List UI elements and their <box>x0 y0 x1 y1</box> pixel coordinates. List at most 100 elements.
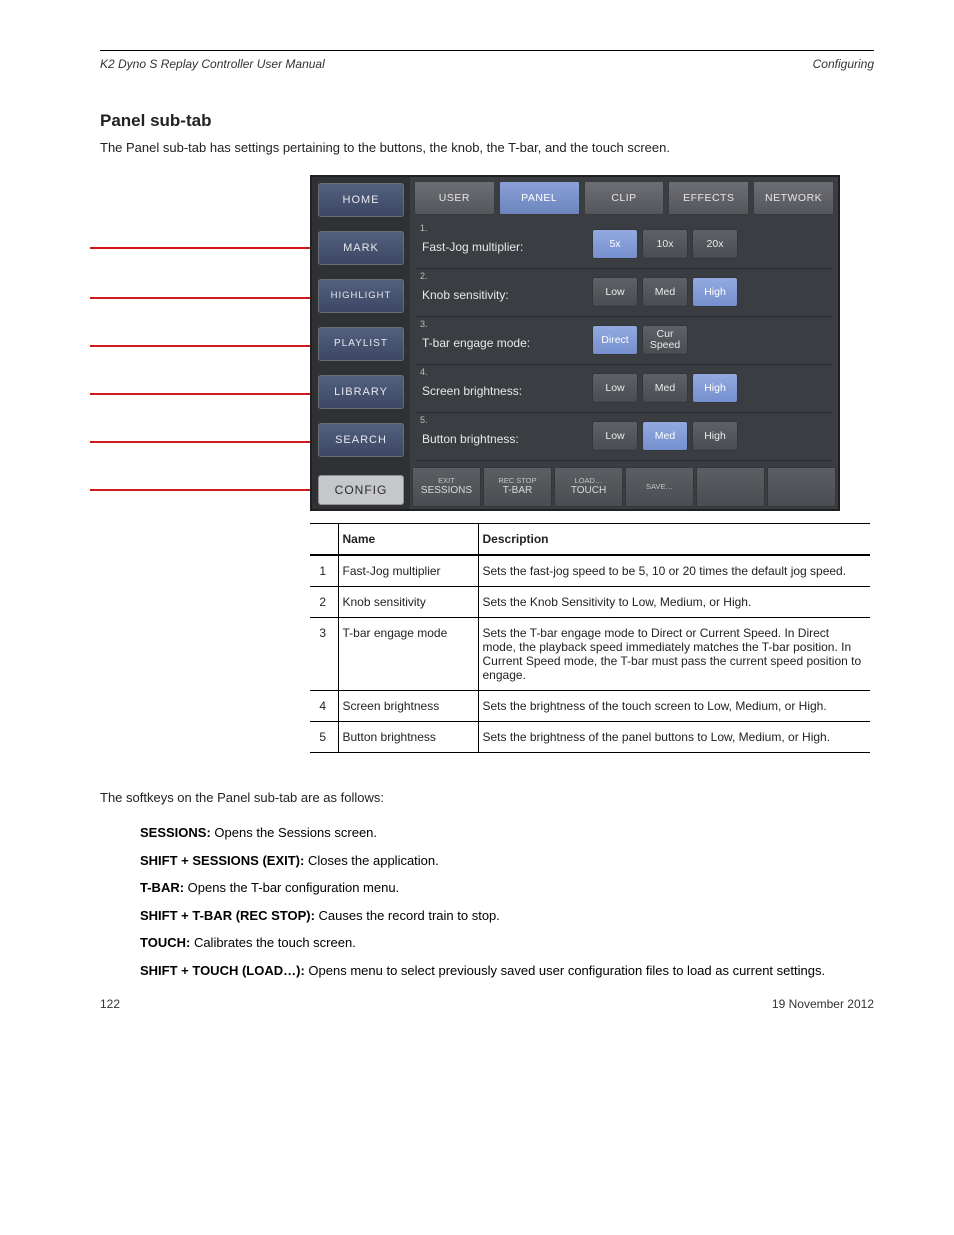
footer-date: 19 November 2012 <box>772 997 874 1011</box>
softkey-tiny: REC STOP <box>498 476 536 485</box>
opt-high[interactable]: High <box>692 277 738 307</box>
sidebar: HOME MARK HIGHLIGHT PLAYLIST LIBRARY SEA… <box>312 177 410 509</box>
row-screen-bright: 4. Screen brightness: Low Med High <box>416 365 832 413</box>
tab-user[interactable]: USER <box>414 181 495 215</box>
softkey-text: Opens the Sessions screen. <box>214 825 377 840</box>
softkey-item: T-BAR: Opens the T-bar configuration men… <box>140 879 874 897</box>
sidebar-highlight[interactable]: HIGHLIGHT <box>318 279 404 313</box>
softkey-text: Opens menu to select previously saved us… <box>308 963 825 978</box>
opt-low[interactable]: Low <box>592 277 638 307</box>
cell-desc: Sets the T-bar engage mode to Direct or … <box>478 617 870 690</box>
sidebar-search[interactable]: SEARCH <box>318 423 404 457</box>
opt-high[interactable]: High <box>692 373 738 403</box>
cell-desc: Sets the fast-jog speed to be 5, 10 or 2… <box>478 555 870 587</box>
cell-num: 1 <box>310 555 338 587</box>
opt-high[interactable]: High <box>692 421 738 451</box>
softkey-save[interactable]: SAVE… <box>625 467 694 507</box>
cell-desc: Sets the Knob Sensitivity to Low, Medium… <box>478 586 870 617</box>
th-name: Name <box>338 523 478 555</box>
softkey-text: Opens the T-bar configuration menu. <box>188 880 400 895</box>
opt-20x[interactable]: 20x <box>692 229 738 259</box>
table-row: 3 T-bar engage mode Sets the T-bar engag… <box>310 617 870 690</box>
bottom-softkeys: EXIT SESSIONS REC STOP T-BAR LOAD… TOUCH… <box>412 467 836 507</box>
softkey-touch[interactable]: LOAD… TOUCH <box>554 467 623 507</box>
row-label: Fast-Jog multiplier: <box>422 240 592 254</box>
softkey-text: Closes the application. <box>308 853 439 868</box>
softkey-item: SHIFT + TOUCH (LOAD…): Opens menu to sel… <box>140 962 874 980</box>
softkey-tiny: SAVE… <box>646 482 673 491</box>
running-head-right: Configuring <box>813 57 874 71</box>
softkey-label: T-BAR: <box>140 880 184 895</box>
table-row: 4 Screen brightness Sets the brightness … <box>310 690 870 721</box>
softkey-tbar[interactable]: REC STOP T-BAR <box>483 467 552 507</box>
settings-table: Name Description 1 Fast-Jog multiplier S… <box>310 523 870 753</box>
tab-panel[interactable]: PANEL <box>499 181 580 215</box>
table-row: 5 Button brightness Sets the brightness … <box>310 721 870 752</box>
softkey-item: SHIFT + SESSIONS (EXIT): Closes the appl… <box>140 852 874 870</box>
opt-cur-speed[interactable]: Cur Speed <box>642 325 688 355</box>
row-number: 3. <box>420 319 428 329</box>
cell-name: Knob sensitivity <box>338 586 478 617</box>
softkey-text: Causes the record train to stop. <box>319 908 500 923</box>
row-knob-sens: 2. Knob sensitivity: Low Med High <box>416 269 832 317</box>
row-label: Button brightness: <box>422 432 592 446</box>
softkey-label: TOUCH: <box>140 935 190 950</box>
th-num <box>310 523 338 555</box>
table-row: 1 Fast-Jog multiplier Sets the fast-jog … <box>310 555 870 587</box>
cell-num: 3 <box>310 617 338 690</box>
row-number: 4. <box>420 367 428 377</box>
cell-name: Screen brightness <box>338 690 478 721</box>
row-number: 5. <box>420 415 428 425</box>
cell-num: 4 <box>310 690 338 721</box>
sidebar-library[interactable]: LIBRARY <box>318 375 404 409</box>
opt-med[interactable]: Med <box>642 421 688 451</box>
softkey-intro: The softkeys on the Panel sub-tab are as… <box>100 789 874 807</box>
sidebar-home[interactable]: HOME <box>318 183 404 217</box>
row-button-bright: 5. Button brightness: Low Med High <box>416 413 832 461</box>
softkey-blank2[interactable] <box>767 467 836 507</box>
softkey-main: TOUCH <box>571 485 606 497</box>
opt-low[interactable]: Low <box>592 373 638 403</box>
row-tbar-engage: 3. T-bar engage mode: Direct Cur Speed <box>416 317 832 365</box>
sidebar-playlist[interactable]: PLAYLIST <box>318 327 404 361</box>
opt-med[interactable]: Med <box>642 277 688 307</box>
section-body: The Panel sub-tab has settings pertainin… <box>100 139 874 157</box>
screenshot-figure: HOME MARK HIGHLIGHT PLAYLIST LIBRARY SEA… <box>280 175 840 511</box>
th-desc: Description <box>478 523 870 555</box>
softkey-sessions[interactable]: EXIT SESSIONS <box>412 467 481 507</box>
row-label: T-bar engage mode: <box>422 336 592 350</box>
row-number: 1. <box>420 223 428 233</box>
sidebar-config[interactable]: CONFIG <box>318 475 404 505</box>
opt-low[interactable]: Low <box>592 421 638 451</box>
softkey-item: SHIFT + T-BAR (REC STOP): Causes the rec… <box>140 907 874 925</box>
cell-desc: Sets the brightness of the touch screen … <box>478 690 870 721</box>
tab-effects[interactable]: EFFECTS <box>668 181 749 215</box>
row-fast-jog: 1. Fast-Jog multiplier: 5x 10x 20x <box>416 221 832 269</box>
softkey-tiny: EXIT <box>438 476 455 485</box>
running-head-left: K2 Dyno S Replay Controller User Manual <box>100 57 325 71</box>
tab-network[interactable]: NETWORK <box>753 181 834 215</box>
section-title: Panel sub-tab <box>100 111 874 131</box>
cell-num: 2 <box>310 586 338 617</box>
softkey-text: Calibrates the touch screen. <box>194 935 356 950</box>
softkey-item: TOUCH: Calibrates the touch screen. <box>140 934 874 952</box>
cell-num: 5 <box>310 721 338 752</box>
softkey-item: SESSIONS: Opens the Sessions screen. <box>140 824 874 842</box>
softkey-blank1[interactable] <box>696 467 765 507</box>
cell-name: T-bar engage mode <box>338 617 478 690</box>
sidebar-mark[interactable]: MARK <box>318 231 404 265</box>
opt-5x[interactable]: 5x <box>592 229 638 259</box>
opt-direct[interactable]: Direct <box>592 325 638 355</box>
table-row: 2 Knob sensitivity Sets the Knob Sensiti… <box>310 586 870 617</box>
row-label: Screen brightness: <box>422 384 592 398</box>
cell-name: Fast-Jog multiplier <box>338 555 478 587</box>
row-label: Knob sensitivity: <box>422 288 592 302</box>
opt-10x[interactable]: 10x <box>642 229 688 259</box>
opt-med[interactable]: Med <box>642 373 688 403</box>
softkey-main: T-BAR <box>503 485 532 497</box>
softkey-label: SHIFT + T-BAR (REC STOP): <box>140 908 315 923</box>
tab-clip[interactable]: CLIP <box>584 181 665 215</box>
softkey-label: SHIFT + SESSIONS (EXIT): <box>140 853 304 868</box>
softkey-main: SESSIONS <box>421 485 472 497</box>
page-number: 122 <box>100 997 120 1011</box>
